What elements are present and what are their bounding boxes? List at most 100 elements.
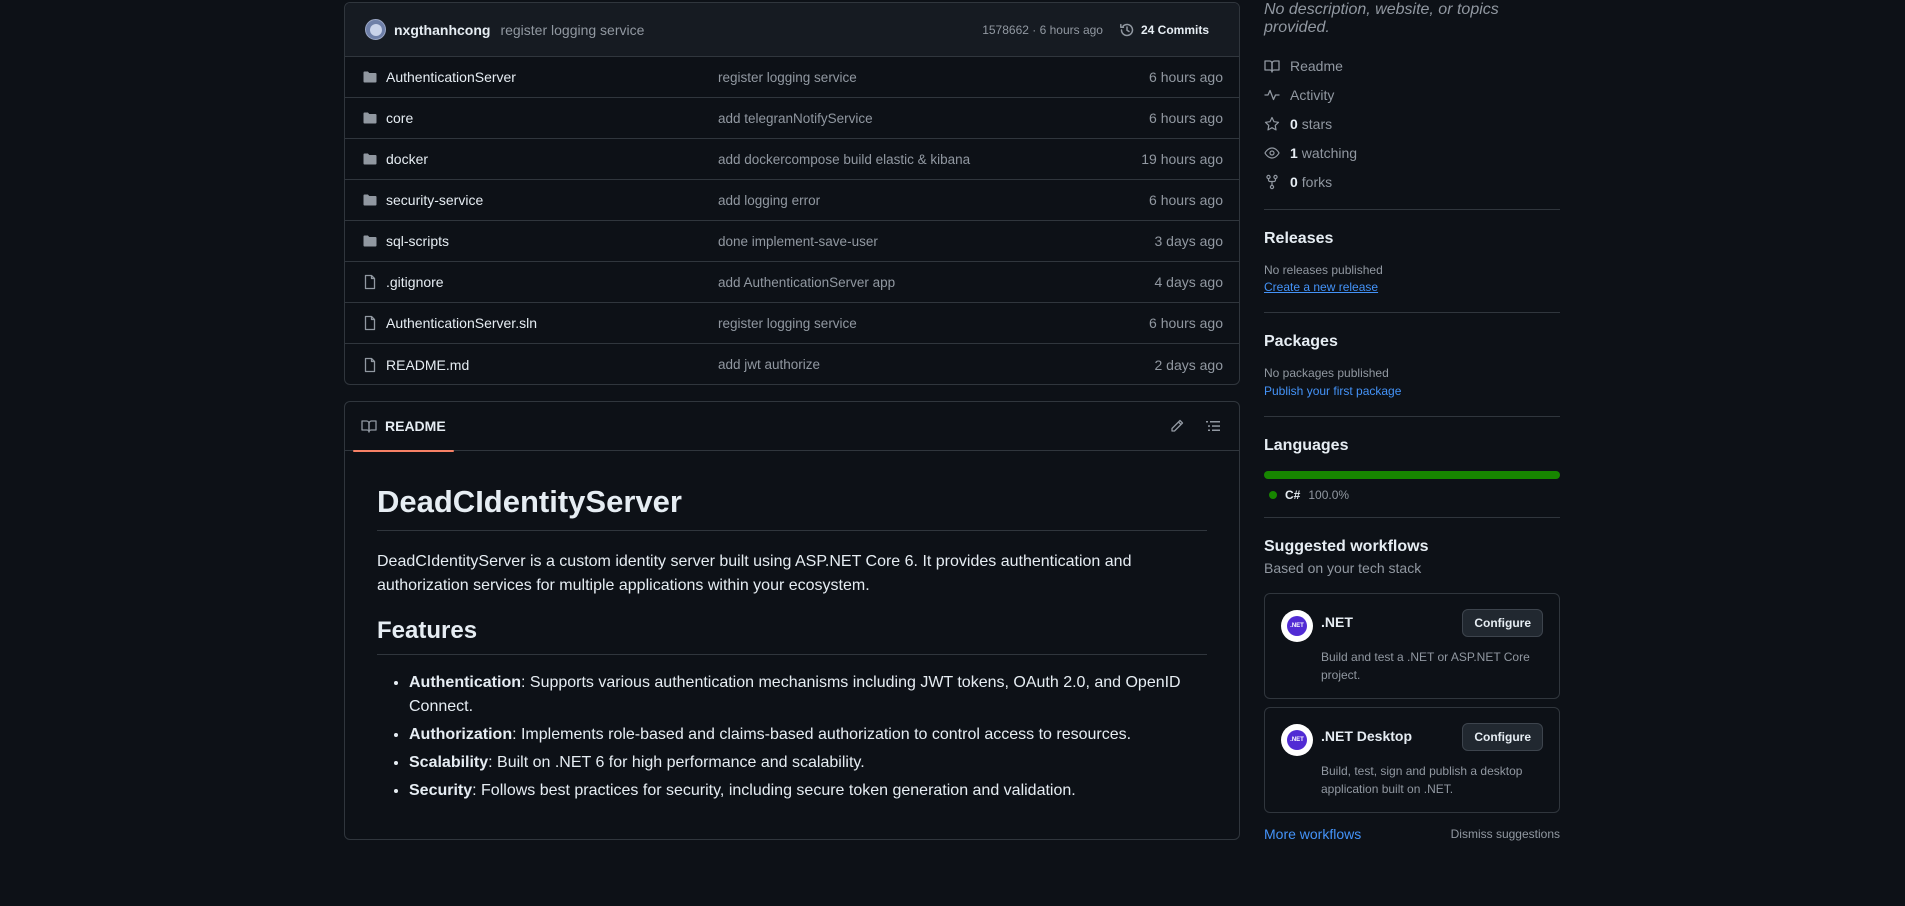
- forks-link[interactable]: 0 forks: [1264, 167, 1560, 196]
- features-heading: Features: [377, 617, 1207, 655]
- file-row[interactable]: sql-scripts done implement-save-user 3 d…: [345, 221, 1239, 262]
- file-commit-message[interactable]: register logging service: [718, 70, 857, 85]
- file-commit-message[interactable]: register logging service: [718, 316, 857, 331]
- readme-title: DeadCIdentityServer: [377, 451, 1207, 531]
- readme-header: README: [345, 402, 1239, 452]
- stars-link[interactable]: 0 stars: [1264, 109, 1560, 138]
- languages-heading: Languages: [1264, 437, 1349, 454]
- file-name[interactable]: AuthenticationServer: [386, 69, 718, 85]
- file-commit-message[interactable]: add AuthenticationServer app: [718, 275, 895, 290]
- commits-count-label: 24 Commits: [1140, 22, 1209, 37]
- file-name[interactable]: security-service: [386, 192, 718, 208]
- star-icon: [1264, 116, 1280, 130]
- language-name: C#: [1285, 488, 1301, 502]
- readme-link[interactable]: Readme: [1264, 51, 1560, 80]
- file-name[interactable]: core: [386, 110, 718, 126]
- folder-icon: [363, 112, 377, 124]
- workflows-subheading: Based on your tech stack: [1264, 560, 1422, 576]
- commits-link[interactable]: 24 Commits: [1119, 22, 1209, 38]
- folder-icon: [363, 194, 377, 206]
- create-release-link[interactable]: Create a new release: [1264, 280, 1560, 294]
- feature-text: : Follows best practices for security, i…: [472, 782, 1076, 799]
- file-icon: [364, 274, 376, 290]
- stars-count: 0: [1290, 115, 1298, 132]
- file-icon: [364, 315, 376, 331]
- avatar[interactable]: [365, 19, 386, 40]
- file-commit-message[interactable]: add telegranNotifyService: [718, 111, 873, 126]
- file-name[interactable]: AuthenticationServer.sln: [386, 315, 718, 331]
- file-commit-message[interactable]: done implement-save-user: [718, 234, 878, 249]
- workflow-title: .NET: [1321, 614, 1353, 630]
- about-meta-list: Readme Activity 0 stars 1 watching 0 for…: [1264, 51, 1560, 196]
- folder-icon: [363, 235, 377, 247]
- language-percent: 100.0%: [1308, 488, 1350, 502]
- feature-term: Security: [409, 782, 473, 799]
- file-time: 19 hours ago: [1141, 151, 1223, 167]
- file-time: 6 hours ago: [1149, 315, 1223, 331]
- list-item: Scalability: Built on .NET 6 for high pe…: [409, 751, 1207, 775]
- feature-term: Authorization: [409, 726, 513, 743]
- language-bar: [1264, 471, 1560, 479]
- about-description: No description, website, or topics provi…: [1264, 1, 1499, 36]
- file-name[interactable]: docker: [386, 151, 718, 167]
- workflow-title: .NET Desktop: [1321, 728, 1413, 744]
- latest-commit-bar: nxgthanhcong register logging service 15…: [345, 3, 1239, 57]
- releases-empty-text: No releases published: [1264, 263, 1383, 277]
- more-workflows-link[interactable]: More workflows: [1264, 826, 1361, 842]
- workflows-footer: More workflows Dismiss suggestions: [1264, 826, 1560, 842]
- readme-description: DeadCIdentityServer is a custom identity…: [377, 553, 1132, 594]
- publish-package-link[interactable]: Publish your first package: [1264, 384, 1560, 398]
- commit-author[interactable]: nxgthanhcong: [394, 22, 490, 38]
- feature-text: : Implements role-based and claims-based…: [512, 726, 1132, 743]
- readme-link-label: Readme: [1290, 57, 1343, 74]
- readme-body: DeadCIdentityServer DeadCIdentityServer …: [345, 451, 1239, 803]
- file-row[interactable]: core add telegranNotifyService 6 hours a…: [345, 98, 1239, 139]
- commit-meta[interactable]: 1578662 · 6 hours ago: [982, 23, 1103, 37]
- tab-readme[interactable]: README: [353, 402, 454, 452]
- language-item[interactable]: C# 100.0%: [1264, 488, 1560, 502]
- list-item: Authorization: Implements role-based and…: [409, 723, 1207, 747]
- packages-heading[interactable]: Packages: [1264, 333, 1560, 351]
- file-row[interactable]: README.md add jwt authorize 2 days ago: [345, 344, 1239, 384]
- watching-label: watching: [1301, 144, 1358, 161]
- file-name[interactable]: sql-scripts: [386, 233, 718, 249]
- activity-link-label: Activity: [1290, 86, 1335, 103]
- packages-section: Packages No packages published Publish y…: [1264, 313, 1560, 398]
- file-name[interactable]: .gitignore: [386, 274, 718, 290]
- commit-message[interactable]: register logging service: [500, 22, 644, 38]
- watching-link[interactable]: 1 watching: [1264, 138, 1560, 167]
- pencil-icon[interactable]: [1169, 418, 1185, 434]
- languages-section: Languages C# 100.0%: [1264, 417, 1560, 502]
- file-row[interactable]: .gitignore add AuthenticationServer app …: [345, 262, 1239, 303]
- dismiss-suggestions-button[interactable]: Dismiss suggestions: [1451, 827, 1560, 841]
- activity-link[interactable]: Activity: [1264, 80, 1560, 109]
- file-commit-message[interactable]: add jwt authorize: [718, 357, 820, 372]
- file-icon: [364, 357, 376, 372]
- file-commit-message[interactable]: add logging error: [718, 193, 820, 208]
- file-commit-message[interactable]: add dockercompose build elastic & kibana: [718, 152, 970, 167]
- configure-button[interactable]: Configure: [1462, 723, 1543, 751]
- file-time: 3 days ago: [1154, 233, 1224, 249]
- file-row[interactable]: AuthenticationServer register logging se…: [345, 57, 1239, 98]
- dotnet-logo: .NET: [1281, 724, 1313, 756]
- file-row[interactable]: security-service add logging error 6 hou…: [345, 180, 1239, 221]
- workflow-card: .NET .NET Desktop Configure Build, test,…: [1264, 707, 1560, 813]
- file-name[interactable]: README.md: [386, 357, 718, 373]
- features-list: Authentication: Supports various authent…: [377, 671, 1207, 803]
- list-item: Security: Follows best practices for sec…: [409, 779, 1207, 803]
- feature-text: : Supports various authentication mechan…: [409, 674, 1181, 715]
- folder-icon: [363, 153, 377, 165]
- file-row[interactable]: AuthenticationServer.sln register loggin…: [345, 303, 1239, 344]
- outline-list-icon[interactable]: [1205, 418, 1221, 434]
- book-icon: [1264, 59, 1280, 73]
- workflow-description: Build, test, sign and publish a desktop …: [1321, 764, 1523, 796]
- dotnet-logo-mark: .NET: [1287, 730, 1307, 750]
- eye-icon: [1264, 146, 1280, 159]
- readme-tab-label: README: [385, 418, 446, 434]
- file-row[interactable]: docker add dockercompose build elastic &…: [345, 139, 1239, 180]
- workflows-heading: Suggested workflows: [1264, 538, 1429, 555]
- readme-panel: README DeadCIdentityServer DeadCIdentity…: [344, 401, 1240, 840]
- configure-button[interactable]: Configure: [1462, 609, 1543, 637]
- file-time: 4 days ago: [1154, 274, 1224, 290]
- releases-heading[interactable]: Releases: [1264, 230, 1560, 248]
